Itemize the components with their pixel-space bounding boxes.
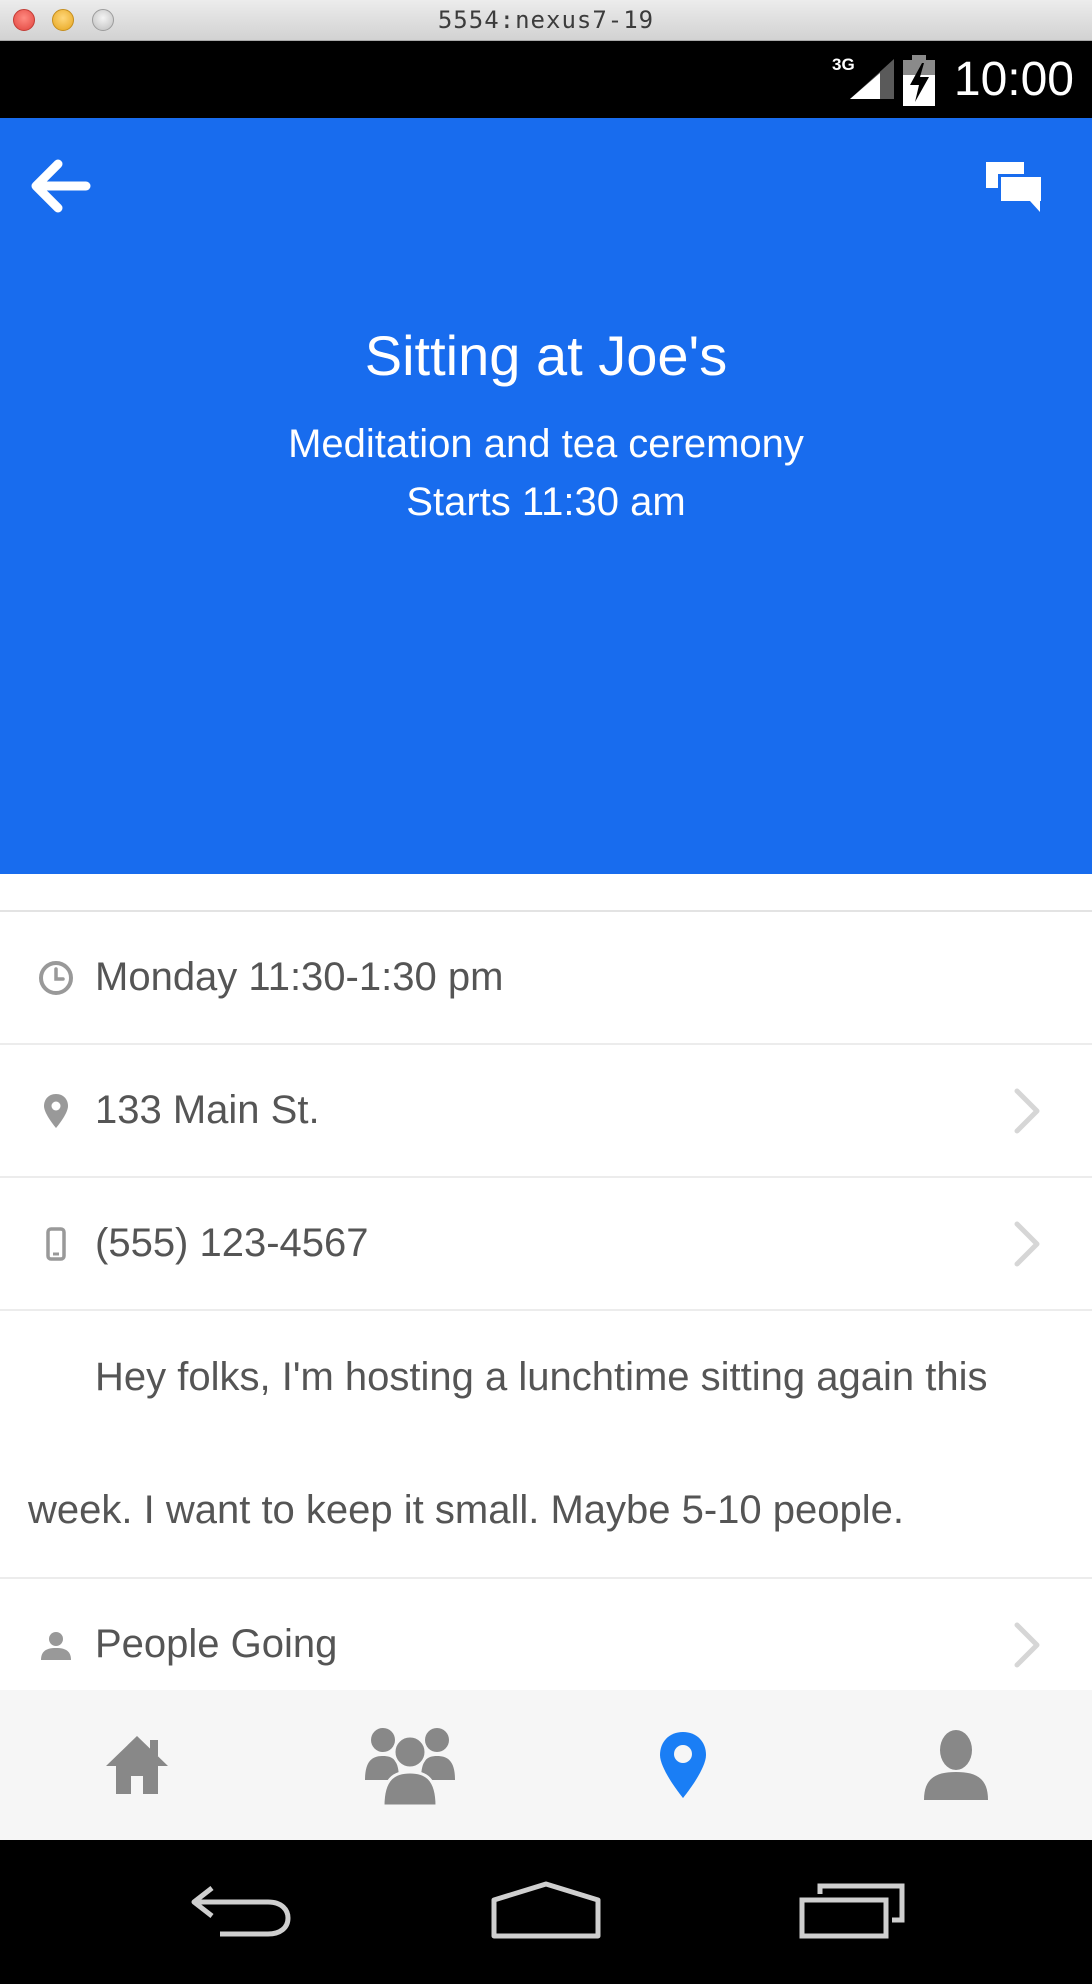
status-time: 10:00 xyxy=(953,53,1074,106)
event-description: Hey folks, I'm hosting a lunchtime sitti… xyxy=(28,1355,988,1532)
chevron-right-icon xyxy=(1014,1622,1040,1668)
tab-profile[interactable] xyxy=(819,1690,1092,1840)
system-nav-bar xyxy=(0,1840,1092,1984)
event-start-time: Starts 11:30 am xyxy=(406,480,686,524)
clock-icon xyxy=(39,961,73,995)
event-address-text: 133 Main St. xyxy=(95,1088,320,1132)
system-home-icon[interactable] xyxy=(488,1880,604,1940)
event-title: Sitting at Joe's xyxy=(364,324,728,387)
map-marker-icon xyxy=(44,1094,68,1128)
location-pin-icon xyxy=(659,1732,706,1798)
window-titlebar: 5554:nexus7-19 xyxy=(0,0,1092,41)
address-row[interactable]: 133 Main St. xyxy=(0,1045,1092,1178)
mobile-phone-icon xyxy=(46,1227,66,1261)
signal-icon xyxy=(850,59,894,99)
tab-home[interactable] xyxy=(0,1690,273,1840)
group-icon xyxy=(364,1728,455,1808)
chevron-right-icon xyxy=(1014,1221,1040,1267)
chat-bubbles-icon xyxy=(986,162,1044,212)
status-bar: 3G 10:00 xyxy=(0,41,1092,118)
home-icon xyxy=(105,1736,168,1794)
phone-row[interactable]: (555) 123-4567 xyxy=(0,1178,1092,1311)
back-button[interactable] xyxy=(28,158,92,214)
tab-groups[interactable] xyxy=(273,1690,546,1840)
event-phone-text: (555) 123-4567 xyxy=(95,1221,369,1265)
system-back-icon[interactable] xyxy=(188,1880,294,1940)
person-icon xyxy=(41,1632,71,1660)
event-subtitle: Meditation and tea ceremony xyxy=(288,422,804,466)
system-recents-icon[interactable] xyxy=(798,1880,908,1940)
user-icon xyxy=(923,1730,988,1800)
description-row: Hey folks, I'm hosting a lunchtime sitti… xyxy=(0,1311,1092,1579)
battery-charging-icon xyxy=(903,55,935,106)
tab-events[interactable] xyxy=(546,1690,819,1840)
event-time-text: Monday 11:30-1:30 pm xyxy=(95,955,504,999)
bottom-tab-bar xyxy=(0,1690,1092,1840)
event-header: Sitting at Joe's Meditation and tea cere… xyxy=(0,118,1092,874)
chevron-right-icon xyxy=(1014,1088,1040,1134)
event-details-list: Monday 11:30-1:30 pm 133 Main St. (555) … xyxy=(0,910,1092,1712)
back-arrow-icon xyxy=(31,159,91,213)
chat-button[interactable] xyxy=(984,158,1046,220)
window-title: 5554:nexus7-19 xyxy=(437,6,655,34)
time-row: Monday 11:30-1:30 pm xyxy=(0,912,1092,1045)
